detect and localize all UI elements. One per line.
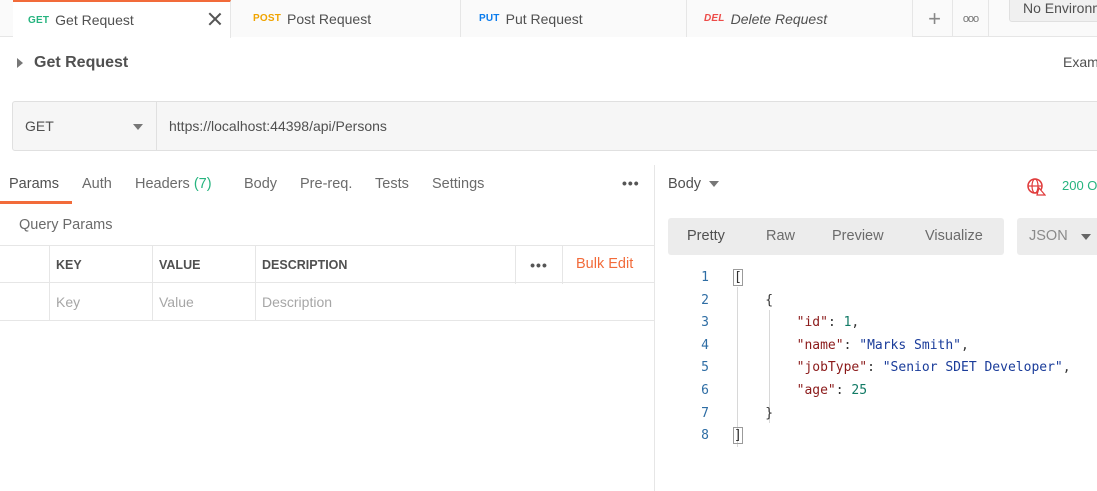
column-options-button[interactable]: ••• <box>515 246 563 284</box>
tab-method-get: GET <box>28 14 50 26</box>
tab-delete-request[interactable]: DEL Delete Request <box>687 0 913 37</box>
key-input[interactable]: Key <box>49 283 152 321</box>
column-description: DESCRIPTION <box>255 246 515 284</box>
response-body-label: Body <box>668 176 702 192</box>
url-bar: GET https://localhost:44398/api/Persons <box>12 101 1097 151</box>
chevron-down-icon <box>1081 234 1091 240</box>
json-number: 1 <box>843 315 852 331</box>
tab-body[interactable]: Body <box>244 176 277 192</box>
tab-label: Delete Request <box>730 10 828 27</box>
view-visualize[interactable]: Visualize <box>925 228 983 244</box>
json-string: "Senior SDET Developer" <box>882 360 1063 376</box>
add-tab-button[interactable]: + <box>917 0 953 37</box>
code-line: 4 "name": "Marks Smith", <box>680 335 1097 358</box>
tab-headers-label: Headers <box>135 176 190 192</box>
tab-label: Put Request <box>505 10 583 27</box>
line-number: 1 <box>701 270 709 285</box>
tab-put-request[interactable]: PUT Put Request <box>461 0 687 37</box>
line-number: 3 <box>701 315 709 331</box>
view-raw[interactable]: Raw <box>766 228 795 244</box>
tab-settings[interactable]: Settings <box>432 176 484 192</box>
environment-select[interactable]: No Environment <box>1009 0 1097 22</box>
code-line: 2 { <box>680 290 1097 313</box>
json-key: "age" <box>796 382 836 398</box>
response-view-switch: Pretty Raw Preview Visualize <box>668 218 1004 255</box>
tab-label: Post Request <box>287 10 372 27</box>
table-header-row: KEY VALUE DESCRIPTION ••• Bulk Edit <box>0 245 654 284</box>
code-line: 8] <box>680 425 1097 448</box>
code-line: 6 "age": 25 <box>680 380 1097 403</box>
tab-post-request[interactable]: POST Post Request <box>231 0 461 37</box>
tab-params[interactable]: Params <box>9 176 59 192</box>
query-params-table: KEY VALUE DESCRIPTION ••• Bulk Edit Key … <box>0 245 654 321</box>
tab-auth[interactable]: Auth <box>82 176 112 192</box>
globe-icon[interactable] <box>1026 176 1046 196</box>
column-key: KEY <box>49 246 152 284</box>
examples-link[interactable]: Examples <box>1063 54 1097 70</box>
tab-label: Get Request <box>55 12 134 28</box>
view-pretty[interactable]: Pretty <box>687 228 725 244</box>
response-code-viewer[interactable]: 1[ 2 { 3 "id": 1, 4 "name": "Marks Smith… <box>680 267 1097 448</box>
more-options-icon[interactable]: ••• <box>622 175 640 191</box>
expand-caret-icon[interactable] <box>17 58 23 68</box>
format-select[interactable]: JSON <box>1017 218 1097 255</box>
request-tabs: Params Auth Headers (7) Body Pre-req. Te… <box>0 165 654 205</box>
json-key: "jobType" <box>796 360 868 376</box>
tab-method-delete: DEL <box>704 13 725 24</box>
status-badge[interactable]: 200 OK <box>1062 178 1097 193</box>
query-params-title: Query Params <box>19 217 113 233</box>
tab-get-request[interactable]: GET Get Request <box>13 0 231 38</box>
json-key: "name" <box>796 337 844 353</box>
request-tab-bar: GET Get Request POST Post Request PUT Pu… <box>0 0 1097 38</box>
method-select-value: GET <box>25 118 54 134</box>
more-options-icon: ••• <box>530 257 548 273</box>
tab-headers[interactable]: Headers (7) <box>135 176 212 192</box>
line-number: 4 <box>701 337 709 353</box>
json-key: "id" <box>796 315 828 331</box>
more-tabs-button[interactable]: ooo <box>953 0 989 37</box>
line-number: 2 <box>701 292 709 308</box>
active-tab-indicator <box>0 201 72 204</box>
value-input[interactable]: Value <box>152 283 255 321</box>
response-body-select[interactable]: Body <box>668 176 720 192</box>
request-title: Get Request <box>34 54 129 71</box>
tab-method-put: PUT <box>479 13 500 24</box>
request-name-row[interactable]: Get Request <box>17 52 128 74</box>
url-input[interactable]: https://localhost:44398/api/Persons <box>157 102 1097 150</box>
code-line: 5 "jobType": "Senior SDET Developer", <box>680 357 1097 380</box>
column-value: VALUE <box>152 246 255 284</box>
chevron-down-icon <box>133 124 143 130</box>
json-string: "Marks Smith" <box>859 337 961 353</box>
code-line: 7 } <box>680 403 1097 426</box>
format-select-value: JSON <box>1029 228 1068 244</box>
code-line: 3 "id": 1, <box>680 312 1097 335</box>
description-input[interactable]: Description <box>255 283 654 321</box>
tab-pre-request[interactable]: Pre-req. <box>300 176 352 192</box>
json-number: 25 <box>851 382 868 398</box>
method-select[interactable]: GET <box>13 102 157 150</box>
panel-divider[interactable] <box>654 165 655 491</box>
line-number: 7 <box>701 405 709 421</box>
table-row: Key Value Description <box>0 283 654 321</box>
bulk-edit-button[interactable]: Bulk Edit <box>576 256 633 272</box>
code-line: 1[ <box>680 267 1097 290</box>
tab-tests[interactable]: Tests <box>375 176 409 192</box>
close-icon[interactable] <box>206 10 224 28</box>
view-preview[interactable]: Preview <box>832 228 884 244</box>
line-number: 6 <box>701 382 709 398</box>
headers-count-badge: (7) <box>193 176 212 192</box>
chevron-down-icon <box>709 181 720 187</box>
line-number: 5 <box>701 360 709 376</box>
line-number: 8 <box>701 428 709 444</box>
tab-method-post: POST <box>253 13 282 24</box>
